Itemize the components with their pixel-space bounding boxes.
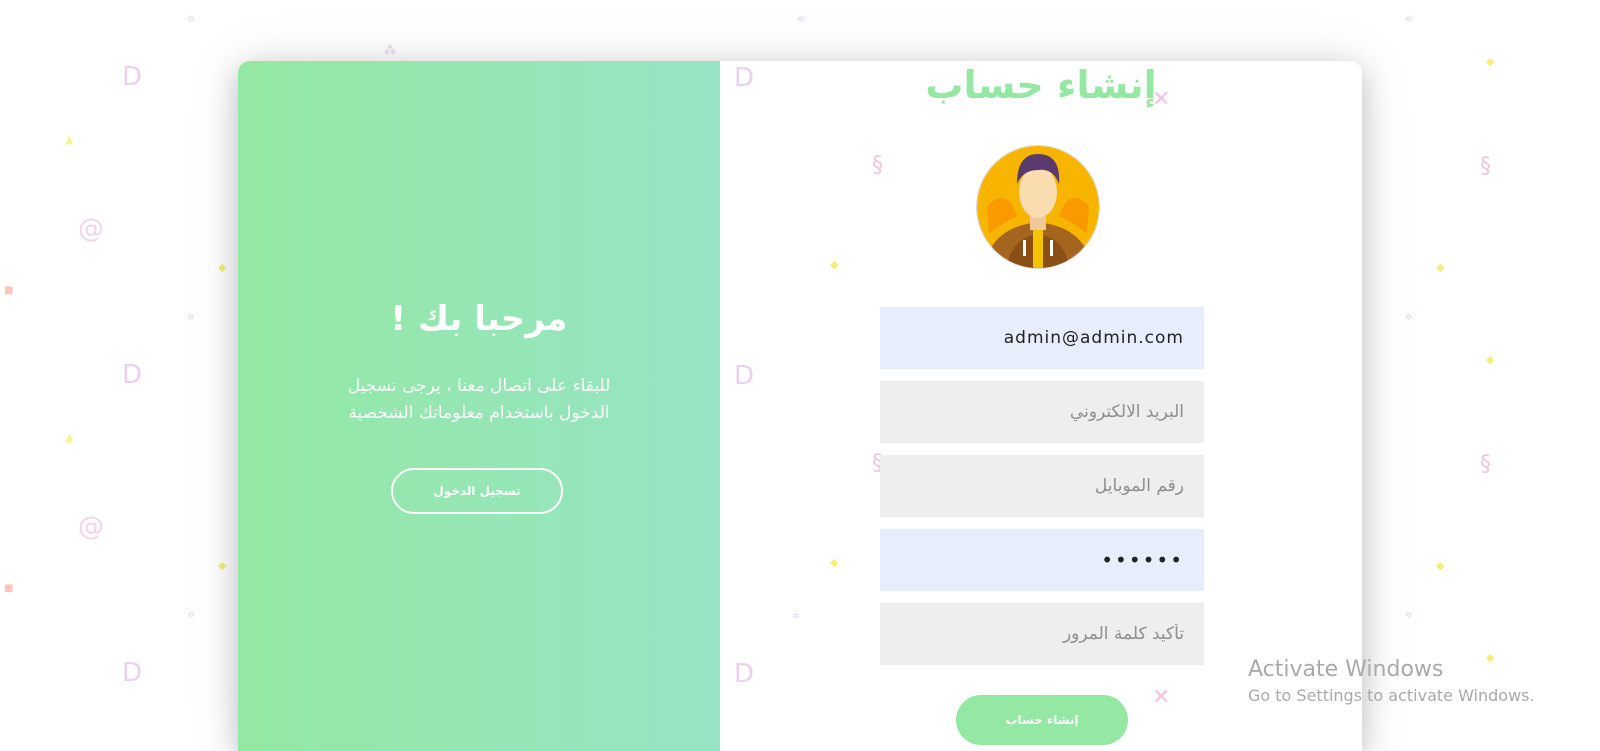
moon-decoration-icon: D xyxy=(122,658,143,688)
triangle-decoration-icon: ▲ xyxy=(65,133,74,146)
form-title: إنشاء حساب xyxy=(925,63,1157,107)
moon-decoration-icon: D xyxy=(734,659,755,689)
square-decoration-icon: ■ xyxy=(4,583,14,594)
windows-activation-watermark: Activate Windows Go to Settings to activ… xyxy=(1248,656,1535,708)
watermark-title: Activate Windows xyxy=(1248,657,1444,682)
swirl-decoration-icon: @ xyxy=(78,512,104,542)
password-input[interactable] xyxy=(880,529,1204,591)
watermark-subtitle: Go to Settings to activate Windows. xyxy=(1248,686,1535,705)
star-decoration-icon: ✲ xyxy=(187,611,195,621)
signup-form-panel: D D D § § ✕ ✕ ◆ ◆ ✲ إنشاء حساب admin@adm… xyxy=(720,61,1362,751)
page-background: D D D D D @ @ @ @ ▲ ▲ ▲ ◆ ◆ ◆ ◆ ◆ ◆ ◆ ■ … xyxy=(0,0,1600,751)
welcome-description: للبقاء على اتصال معنا ، يرجى تسجيل الدخو… xyxy=(298,373,660,427)
wave-decoration-icon: § xyxy=(1480,154,1491,179)
moon-decoration-icon: D xyxy=(122,360,143,390)
moon-decoration-icon: D xyxy=(122,62,143,92)
diamond-decoration-icon: ◆ xyxy=(218,559,227,572)
welcome-text-line: للبقاء على اتصال معنا ، يرجى تسجيل xyxy=(347,376,611,396)
square-decoration-icon: ■ xyxy=(4,285,14,296)
welcome-panel: مرحبا بك ! للبقاء على اتصال معنا ، يرجى … xyxy=(238,61,720,751)
user-avatar-icon xyxy=(976,145,1100,269)
cross-decoration-icon: ✕ xyxy=(1152,685,1171,710)
star-decoration-icon: ✲ xyxy=(187,313,195,323)
star-decoration-icon: ✲ xyxy=(797,15,805,25)
star-decoration-icon: ✲ xyxy=(1405,313,1413,323)
login-button[interactable]: تسجيل الدخول xyxy=(391,468,563,514)
diamond-decoration-icon: ◆ xyxy=(830,258,839,271)
star-decoration-icon: ✲ xyxy=(1405,611,1413,621)
wave-decoration-icon: § xyxy=(872,153,883,178)
welcome-text-line: الدخول باستخدام معلوماتك الشخصية xyxy=(348,403,610,423)
star-decoration-icon: ✲ xyxy=(1405,15,1413,25)
username-input[interactable] xyxy=(880,307,1204,369)
moon-decoration-icon: D xyxy=(734,361,755,391)
diamond-decoration-icon: ◆ xyxy=(1436,559,1445,572)
create-account-button[interactable]: إنشاء حساب xyxy=(956,695,1128,745)
star-decoration-icon: ✲ xyxy=(187,15,195,25)
signup-card: مرحبا بك ! للبقاء على اتصال معنا ، يرجى … xyxy=(238,61,1362,751)
email-input[interactable] xyxy=(880,381,1204,443)
diamond-decoration-icon: ◆ xyxy=(1486,55,1495,68)
dots-decoration-icon: ⁂ xyxy=(384,43,396,57)
star-decoration-icon: ✲ xyxy=(792,612,800,622)
diamond-decoration-icon: ◆ xyxy=(830,556,839,569)
diamond-decoration-icon: ◆ xyxy=(1436,261,1445,274)
triangle-decoration-icon: ▲ xyxy=(65,431,74,444)
welcome-title: مرحبا بك ! xyxy=(390,299,568,339)
confirm-password-input[interactable] xyxy=(880,603,1204,665)
mobile-input[interactable] xyxy=(880,455,1204,517)
swirl-decoration-icon: @ xyxy=(78,214,104,244)
diamond-decoration-icon: ◆ xyxy=(1486,353,1495,366)
wave-decoration-icon: § xyxy=(1480,452,1491,477)
diamond-decoration-icon: ◆ xyxy=(218,261,227,274)
